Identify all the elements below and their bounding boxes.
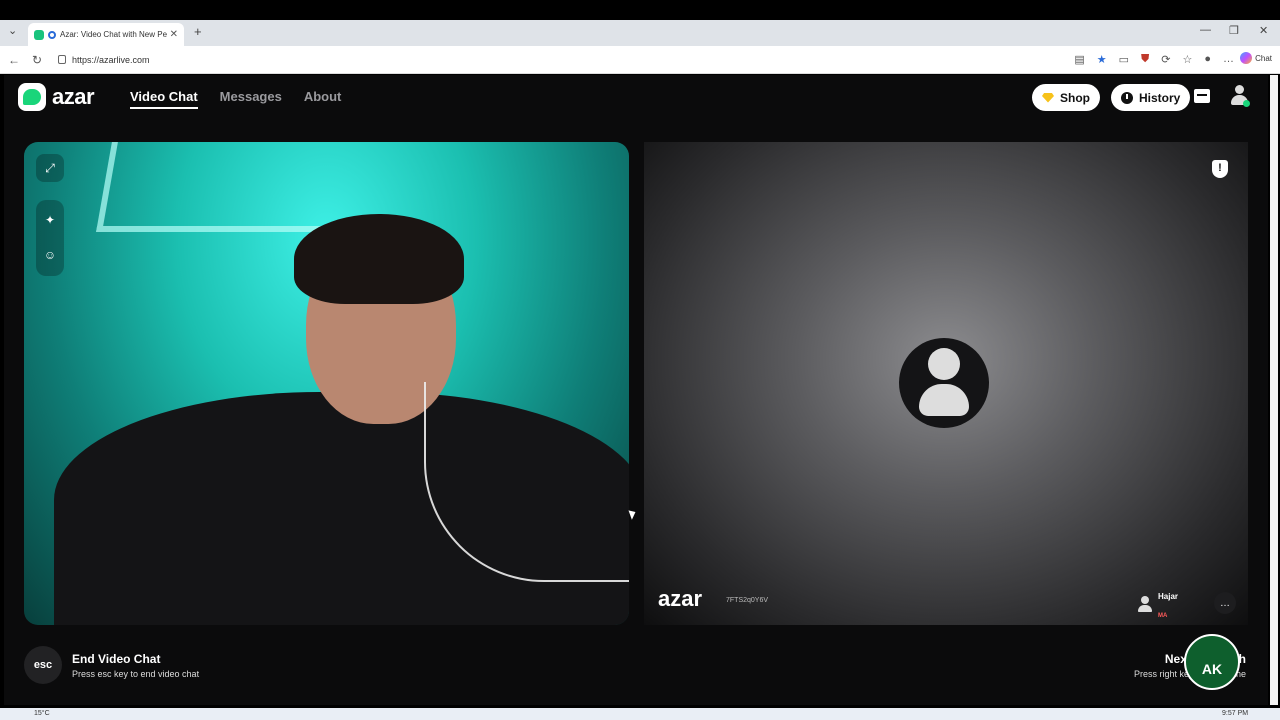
end-video-chat-text: End Video Chat Press esc key to end vide… [72,652,199,679]
favorite-star-icon[interactable]: ★ [1097,53,1107,66]
profile-icon[interactable]: ● [1204,53,1211,66]
address-bar: ← ↻ https://azarlive.com ▤ ★ ▭ ⛊ ⟳ ☆ ● …… [0,46,1280,74]
nav-video-chat[interactable]: Video Chat [130,89,198,109]
end-subtitle: Press esc key to end video chat [72,669,200,679]
weather-text[interactable]: 15°C [34,710,50,717]
url-field[interactable]: https://azarlive.com [52,50,1082,70]
reader-icon[interactable]: ▤ [1074,53,1084,66]
brand-text: azar [52,84,95,109]
tab-azar[interactable]: Azar: Video Chat with New Pe ✕ [28,23,184,46]
session-id: 7FTS2q0Y6V [726,597,769,604]
person-hair [294,214,464,304]
shield-extension-icon[interactable]: ⛊ [1141,53,1149,66]
windows-taskbar: 15°C 9:57 PM [0,708,1280,720]
badge-text: AK [1201,661,1223,677]
end-title: End Video Chat [72,652,161,666]
fullscreen-icon[interactable]: ⤢ [36,154,64,182]
report-icon[interactable]: ! [1212,160,1228,178]
minimize-icon[interactable]: — [1200,24,1211,36]
lock-icon[interactable] [58,55,66,64]
store-icon[interactable] [1194,89,1210,103]
clock-text[interactable]: 9:57 PM [1222,710,1248,717]
end-chat-button[interactable]: esc [24,646,62,684]
chat-label: Chat [1255,53,1272,63]
recording-icon [48,30,56,39]
message-bubble-icon[interactable]: … [1214,592,1236,614]
copilot-icon [1240,52,1253,64]
tab-title: Azar: Video Chat with New Pe [60,30,167,39]
nav-messages[interactable]: Messages [220,89,282,109]
back-icon[interactable]: ← [8,53,20,67]
clock-icon [1121,91,1133,104]
azar-logo-icon [18,83,46,111]
online-status-dot [1243,100,1250,107]
refresh-extension-icon[interactable]: ⟳ [1161,53,1170,66]
close-tab-icon[interactable]: ✕ [170,29,178,40]
remote-avatar-icon [899,338,989,428]
shop-button[interactable]: Shop [1032,84,1100,111]
url-text: https://azarlive.com [72,55,150,65]
peer-name: Hajar [1158,592,1179,601]
refresh-icon[interactable]: ↻ [32,53,42,67]
favorites-icon[interactable]: ☆ [1182,53,1192,66]
copilot-chat-button[interactable]: Chat [1240,52,1272,64]
tab-strip: ⌄ Azar: Video Chat with New Pe ✕ + — ❐ ✕ [0,20,1280,46]
more-icon[interactable]: … [1223,53,1234,66]
restore-icon[interactable]: ❐ [1229,24,1239,37]
main-nav: Video Chat Messages About [130,89,341,109]
peer-avatar-icon [1138,596,1152,612]
azar-watermark: azar [658,586,703,611]
azar-favicon-icon [34,29,44,40]
camera-icon[interactable]: ▭ [1119,53,1129,66]
azar-logo[interactable]: azar [18,83,95,111]
tab-list-icon[interactable]: ⌄ [8,24,17,37]
azar-page: azar Video Chat Messages About Shop Hist… [4,75,1268,705]
scrollbar[interactable] [1270,75,1278,705]
esc-key-label: esc [33,659,53,671]
gem-icon [1042,92,1054,103]
screen-top-edge [0,0,1280,20]
new-tab-button[interactable]: + [194,24,202,39]
peer-info[interactable]: Hajar MA [1138,586,1178,622]
local-video-feed: ⤢ ✦ ☺ [24,142,629,625]
history-button[interactable]: History [1111,84,1191,111]
toolbar-icons: ▤ ★ ▭ ⛊ ⟳ ☆ ● … [1074,53,1234,66]
peer-country: MA [1158,613,1168,619]
shop-label: Shop [1060,90,1090,105]
face-filter-icon[interactable]: ☺ [36,241,64,269]
history-label: History [1139,90,1181,105]
close-window-icon[interactable]: ✕ [1259,24,1268,37]
channel-logo-badge: AK [1184,634,1240,690]
remote-video-feed: ! azar 7FTS2q0Y6V Hajar MA … [644,142,1248,625]
magic-wand-icon[interactable]: ✦ [36,206,64,234]
profile-avatar-icon[interactable] [1230,85,1250,107]
nav-about[interactable]: About [304,89,342,109]
